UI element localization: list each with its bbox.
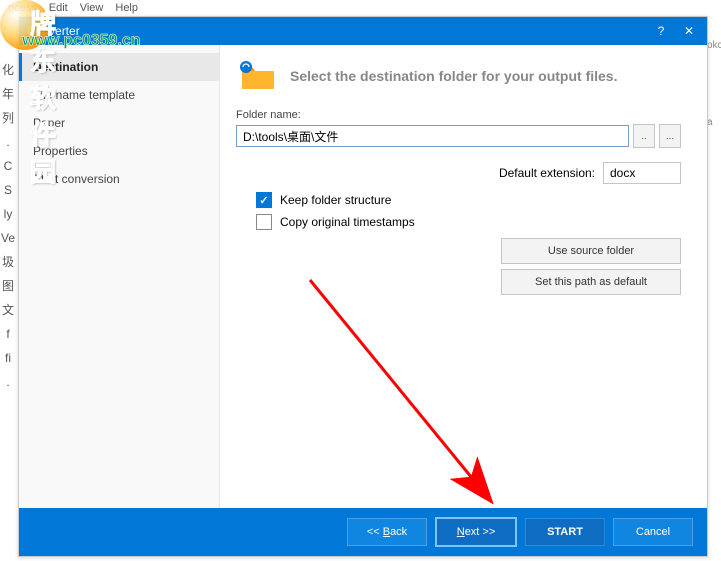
background-strip-left: 化年列.CSlyVe圾图文ffi. xyxy=(0,58,16,558)
content-title: Select the destination folder for your o… xyxy=(290,68,617,84)
path-browse-button[interactable]: ... xyxy=(659,124,681,148)
window-title: Converter xyxy=(27,24,647,38)
copy-timestamps-row: Copy original timestamps xyxy=(256,214,691,230)
extension-label: Default extension: xyxy=(499,166,595,180)
set-default-path-button[interactable]: Set this path as default xyxy=(501,269,681,295)
background-strip-right: okca xyxy=(707,40,721,540)
keep-structure-label: Keep folder structure xyxy=(280,193,391,207)
use-source-folder-button[interactable]: Use source folder xyxy=(501,238,681,264)
start-button[interactable]: START xyxy=(525,518,605,546)
copy-timestamps-label: Copy original timestamps xyxy=(280,215,415,229)
folder-label: Folder name: xyxy=(236,109,681,121)
extension-row: Default extension: xyxy=(236,162,681,184)
content-header: Select the destination folder for your o… xyxy=(236,55,691,105)
extension-input[interactable] xyxy=(603,162,681,184)
cancel-button[interactable]: Cancel xyxy=(613,518,693,546)
path-actions: Use source folder Set this path as defau… xyxy=(501,238,681,295)
sidebar-item-destination[interactable]: Destination xyxy=(19,53,219,81)
folder-icon xyxy=(240,61,276,91)
folder-row: Folder name: .. ... xyxy=(236,109,681,148)
sidebar-item-start-conversion[interactable]: Start conversion xyxy=(19,165,219,193)
content-pane: Select the destination folder for your o… xyxy=(220,45,707,508)
folder-path-input[interactable] xyxy=(236,125,629,147)
sidebar-item-paper[interactable]: Paper xyxy=(19,109,219,137)
dialog-window: Converter ? ✕ Destination File name temp… xyxy=(18,16,708,557)
path-up-button[interactable]: .. xyxy=(633,124,655,148)
next-button[interactable]: Next >> xyxy=(435,517,517,547)
help-button[interactable]: ? xyxy=(647,17,675,45)
titlebar: Converter ? ✕ xyxy=(19,17,707,45)
wizard-footer: << Back Next >> START Cancel xyxy=(19,508,707,556)
copy-timestamps-checkbox[interactable] xyxy=(256,214,272,230)
keep-structure-row: Keep folder structure xyxy=(256,192,691,208)
checkbox-group: Keep folder structure Copy original time… xyxy=(256,192,691,230)
wizard-sidebar: Destination File name template Paper Pro… xyxy=(19,45,220,508)
keep-structure-checkbox[interactable] xyxy=(256,192,272,208)
close-button[interactable]: ✕ xyxy=(675,17,703,45)
sidebar-item-filename-template[interactable]: File name template xyxy=(19,81,219,109)
dialog-body: Destination File name template Paper Pro… xyxy=(19,45,707,508)
sidebar-item-properties[interactable]: Properties xyxy=(19,137,219,165)
back-button[interactable]: << Back xyxy=(347,518,427,546)
